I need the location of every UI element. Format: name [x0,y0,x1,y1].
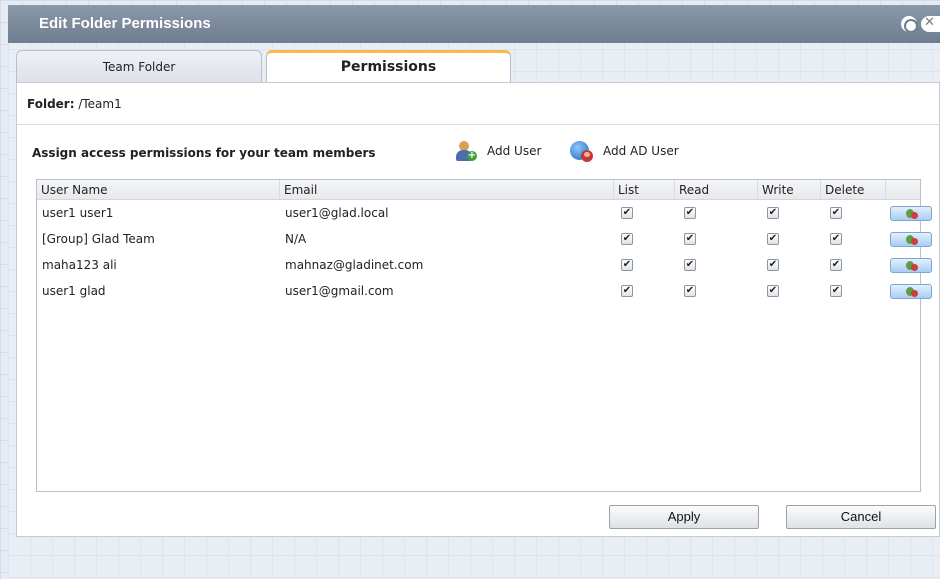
read-checkbox[interactable]: ✔ [684,285,696,297]
edit-folder-permissions-dialog: Edit Folder Permissions ✕ Team Folder Pe… [8,5,940,579]
permissions-table: User Name Email List Read Write Delete u… [36,179,932,492]
column-header-read[interactable]: Read [675,180,758,200]
column-header-user-name[interactable]: User Name [37,180,280,200]
delete-checkbox[interactable]: ✔ [830,259,842,271]
list-checkbox[interactable]: ✔ [621,285,633,297]
minimize-icon[interactable] [901,16,918,33]
remove-user-icon[interactable] [890,284,932,299]
close-icon[interactable]: ✕ [921,16,940,32]
cancel-button[interactable]: Cancel [786,505,936,529]
email-cell: mahnaz@gladinet.com [285,258,424,272]
tab-permissions[interactable]: Permissions [266,50,511,83]
column-header-delete[interactable]: Delete [821,180,886,200]
email-cell: N/A [285,232,307,246]
remove-user-icon[interactable] [890,206,932,221]
add-user-button[interactable]: + Add User [453,138,541,164]
delete-checkbox[interactable]: ✔ [830,233,842,245]
table-row[interactable]: [Group] Glad Team N/A ✔ ✔ ✔ ✔ [37,226,932,252]
write-checkbox[interactable]: ✔ [767,259,779,271]
add-ad-user-label: Add AD User [603,144,679,158]
remove-user-icon[interactable] [890,232,932,247]
write-checkbox[interactable]: ✔ [767,285,779,297]
delete-checkbox[interactable]: ✔ [830,207,842,219]
add-user-icon: + [453,139,477,163]
user-name-cell: maha123 ali [42,258,117,272]
column-header-email[interactable]: Email [280,180,614,200]
apply-button[interactable]: Apply [609,505,759,529]
write-checkbox[interactable]: ✔ [767,207,779,219]
dialog-title: Edit Folder Permissions [39,15,211,32]
add-ad-user-button[interactable]: Add AD User [569,138,679,164]
user-name-cell: [Group] Glad Team [42,232,155,246]
email-cell: user1@glad.local [285,206,389,220]
column-header-write[interactable]: Write [758,180,821,200]
list-checkbox[interactable]: ✔ [621,207,633,219]
folder-path-row: Folder: /Team1 [27,97,122,111]
permissions-panel: Folder: /Team1 Assign access permissions… [16,82,940,537]
table-row[interactable]: user1 user1 user1@glad.local ✔ ✔ ✔ ✔ [37,200,932,226]
add-ad-user-icon [569,139,593,163]
tab-team-folder[interactable]: Team Folder [16,50,262,83]
write-checkbox[interactable]: ✔ [767,233,779,245]
add-user-label: Add User [487,144,542,158]
read-checkbox[interactable]: ✔ [684,259,696,271]
user-name-cell: user1 glad [42,284,106,298]
delete-checkbox[interactable]: ✔ [830,285,842,297]
table-row[interactable]: maha123 ali mahnaz@gladinet.com ✔ ✔ ✔ ✔ [37,252,932,278]
divider [17,124,939,125]
list-checkbox[interactable]: ✔ [621,233,633,245]
tab-bar: Team Folder Permissions [16,50,516,83]
user-name-cell: user1 user1 [42,206,114,220]
list-checkbox[interactable]: ✔ [621,259,633,271]
title-bar: Edit Folder Permissions ✕ [8,5,940,43]
folder-label: Folder: [27,97,75,111]
email-cell: user1@gmail.com [285,284,394,298]
table-header: User Name Email List Read Write Delete [37,180,920,200]
assign-permissions-heading: Assign access permissions for your team … [32,146,376,160]
table-row[interactable]: user1 glad user1@gmail.com ✔ ✔ ✔ ✔ [37,278,932,304]
folder-path: /Team1 [78,97,122,111]
column-header-actions [886,180,920,200]
read-checkbox[interactable]: ✔ [684,233,696,245]
read-checkbox[interactable]: ✔ [684,207,696,219]
column-header-list[interactable]: List [614,180,675,200]
remove-user-icon[interactable] [890,258,932,273]
